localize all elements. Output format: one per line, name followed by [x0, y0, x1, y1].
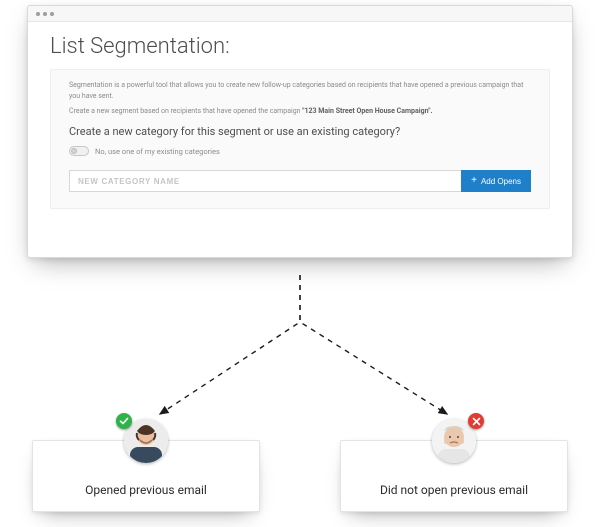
close-icon [468, 413, 484, 429]
outcome-card-not-opened: Did not open previous email [340, 440, 568, 512]
diagram-stage: { "window": { "title": "List Segmentatio… [0, 0, 600, 527]
check-icon [116, 413, 132, 429]
outcome-card-opened: Opened previous email [32, 440, 260, 512]
avatar [124, 419, 168, 463]
outcome-label: Did not open previous email [380, 483, 528, 497]
outcome-label: Opened previous email [85, 483, 207, 497]
